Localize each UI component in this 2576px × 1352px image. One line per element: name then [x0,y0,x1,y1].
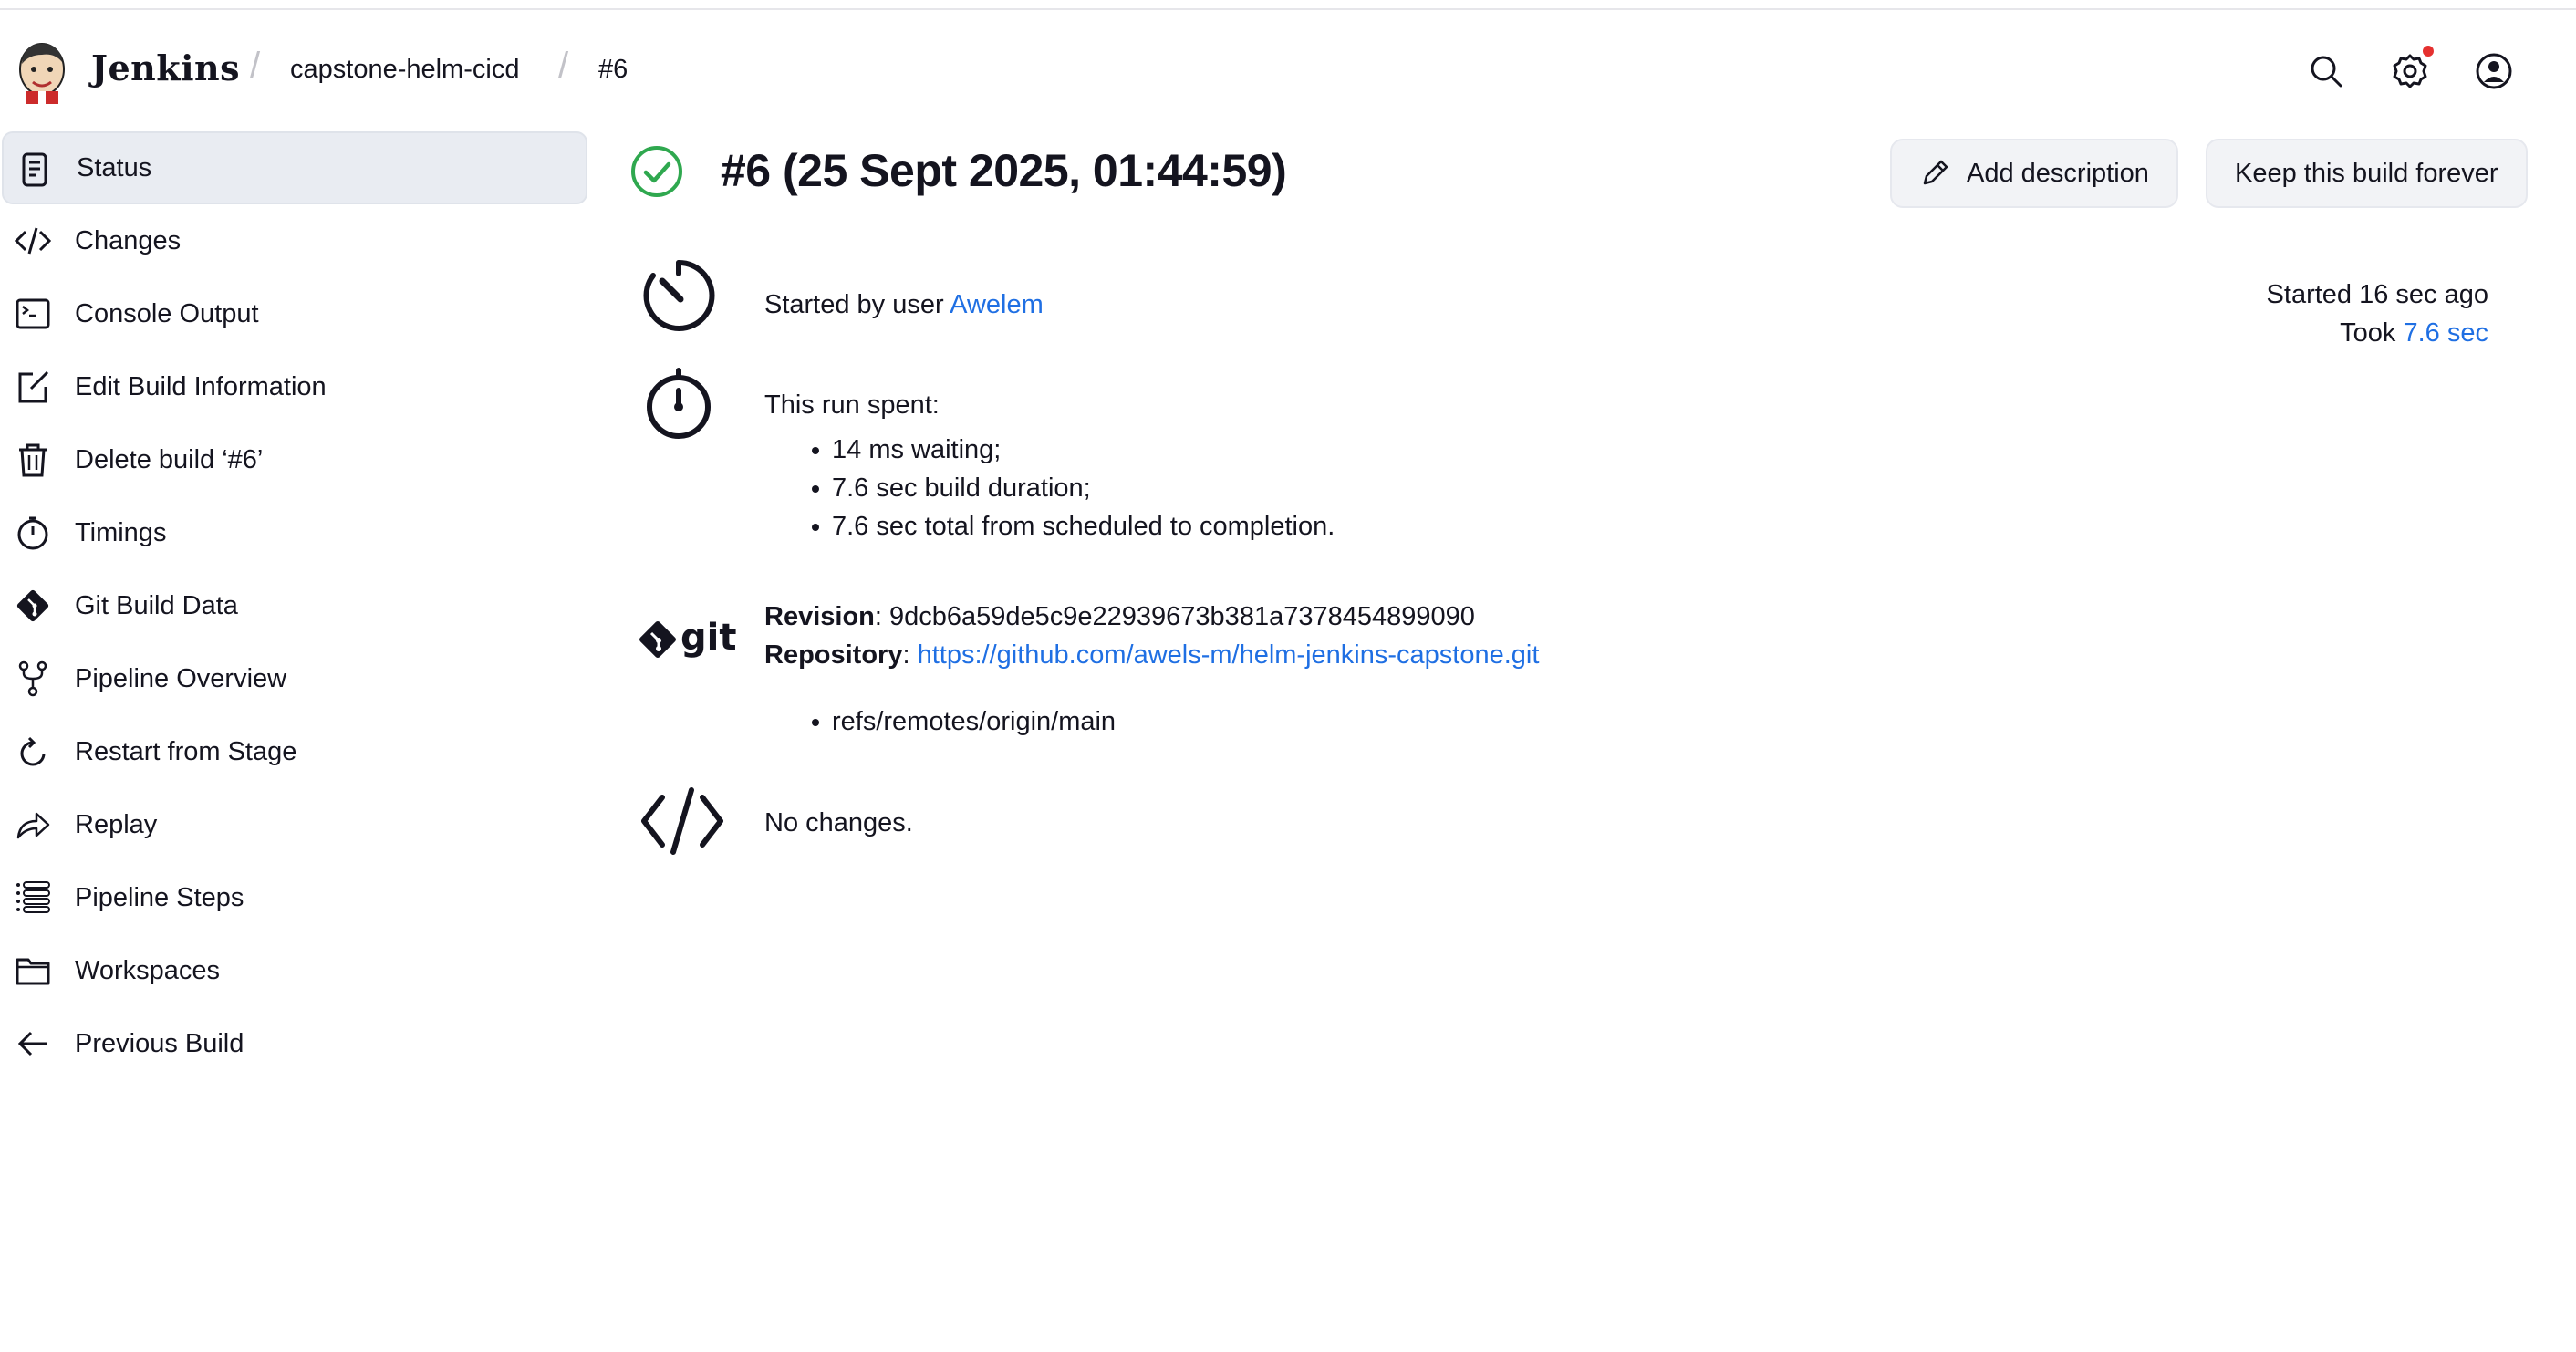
keep-build-forever-label: Keep this build forever [2235,158,2498,188]
user-link[interactable]: Awelem [950,290,1044,319]
no-changes-text: No changes. [764,808,913,837]
stopwatch-icon [15,515,51,551]
sidebar-item-label: Status [77,152,152,182]
timing-list: 14 ms waiting; 7.6 sec build duration; 7… [808,431,1335,546]
list-item: 14 ms waiting; [808,431,1335,469]
folder-icon [15,952,51,989]
sidebar-item-changes[interactable]: Changes [2,204,589,277]
started-by-text: Started by user Awelem [764,290,1044,320]
sidebar-item-git-build-data[interactable]: Git Build Data [2,569,589,642]
sidebar-item-previous-build[interactable]: Previous Build [2,1007,589,1080]
sidebar-item-label: Pipeline Steps [75,882,244,912]
success-check-icon [629,144,684,199]
git-icon [15,588,51,624]
build-meta: Started 16 sec ago Took 7.6 sec [2267,276,2488,352]
sidebar-item-label: Console Output [75,298,259,328]
restart-icon [15,733,51,770]
started-ago-text: Started 16 sec ago [2266,280,2488,309]
sidebar-item-label: Changes [75,225,182,255]
brand-name[interactable]: Jenkins [91,47,240,88]
sidebar-item-edit-build-information[interactable]: Edit Build Information [2,350,589,423]
run-spent-heading: This run spent: [764,390,940,420]
repository-label: Repository [764,640,903,670]
list-icon [15,879,51,916]
sidebar-item-workspaces[interactable]: Workspaces [2,934,589,1007]
keep-build-forever-button[interactable]: Keep this build forever [2206,139,2528,208]
code-icon [639,785,726,862]
breadcrumb-separator: / [558,46,569,86]
trash-icon [15,442,51,478]
arrow-left-icon [15,1025,51,1062]
add-description-label: Add description [1967,158,2149,188]
repository-link[interactable]: https://github.com/awels-m/helm-jenkins-… [918,640,1540,670]
document-icon [16,151,53,188]
page-title: #6 (25 Sept 2025, 01:44:59) [721,145,1287,196]
breadcrumb-build[interactable]: #6 [598,55,628,85]
stopwatch-icon [642,367,715,444]
header: Jenkins / capstone-helm-cicd / #6 [0,33,2576,109]
jenkins-logo[interactable] [15,38,69,104]
sidebar-item-status[interactable]: Status [2,131,587,204]
search-icon[interactable] [2306,51,2346,91]
list-item: 7.6 sec total from scheduled to completi… [808,507,1335,546]
refs-list: refs/remotes/origin/main [808,702,1116,741]
replay-icon [15,806,51,843]
terminal-icon [15,296,51,332]
sidebar-item-label: Pipeline Overview [75,663,287,693]
edit-icon [15,369,51,405]
list-item: refs/remotes/origin/main [808,702,1116,741]
revision-value: : 9dcb6a59de5c9e22939673b381a73784548990… [874,602,1475,631]
sidebar-item-label: Delete build ‘#6’ [75,444,264,474]
took-text: Took 7.6 sec [2267,314,2488,352]
sidebar-item-label: Edit Build Information [75,371,327,401]
took-duration-link[interactable]: 7.6 sec [2404,318,2489,348]
top-border [0,0,2576,10]
took-prefix: Took [2340,318,2404,348]
sidebar-item-restart-from-stage[interactable]: Restart from Stage [2,715,589,788]
repository-separator: : [902,640,918,670]
started-by-prefix: Started by user [764,290,950,319]
sidebar-item-label: Previous Build [75,1028,244,1058]
add-description-button[interactable]: Add description [1890,139,2178,208]
breadcrumb-separator: / [250,46,261,86]
sidebar-item-delete-build[interactable]: Delete build ‘#6’ [2,423,589,496]
sidebar-item-pipeline-steps[interactable]: Pipeline Steps [2,861,589,934]
code-icon [14,223,52,259]
git-logo-icon: git [639,613,736,668]
sidebar-item-label: Timings [75,517,167,547]
breadcrumb-job[interactable]: capstone-helm-cicd [290,55,519,85]
user-icon[interactable] [2474,51,2514,91]
sidebar-item-label: Restart from Stage [75,736,297,766]
repository-row: Repository: https://github.com/awels-m/h… [764,640,1539,671]
sidebar-item-replay[interactable]: Replay [2,788,589,861]
revision-row: Revision: 9dcb6a59de5c9e22939673b381a737… [764,602,1475,632]
sidebar-item-pipeline-overview[interactable]: Pipeline Overview [2,642,589,715]
timer-icon [642,259,715,337]
fork-icon [15,660,51,697]
sidebar: Status Changes Console Output Edit Build… [0,131,589,1080]
sidebar-item-timings[interactable]: Timings [2,496,589,569]
sidebar-item-label: Git Build Data [75,590,238,620]
pencil-icon [1923,160,1948,185]
revision-label: Revision [764,602,875,631]
notification-dot [2423,46,2434,57]
settings-icon[interactable] [2390,51,2430,91]
list-item: 7.6 sec build duration; [808,469,1335,507]
git-logo-text: git [680,617,737,659]
sidebar-item-console-output[interactable]: Console Output [2,277,589,350]
sidebar-item-label: Workspaces [75,955,221,985]
sidebar-item-label: Replay [75,809,158,839]
